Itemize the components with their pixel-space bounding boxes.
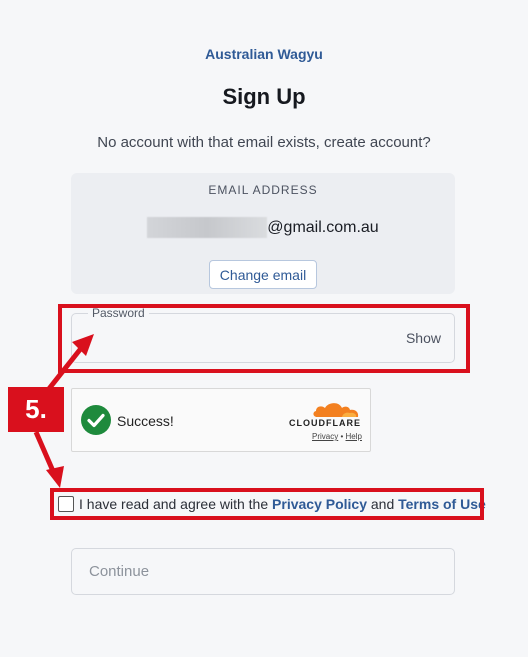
email-domain: @gmail.com.au	[267, 218, 379, 236]
cloudflare-turnstile-widget: Success! CLOUDFLARE Privacy • Help	[71, 388, 371, 452]
success-checkmark-icon	[81, 405, 111, 435]
page-subtitle: No account with that email exists, creat…	[97, 134, 431, 151]
cloudflare-wordmark: CLOUDFLARE	[289, 418, 361, 428]
password-highlight-box	[58, 304, 470, 373]
page-title: Sign Up	[222, 84, 306, 109]
email-address-value: @gmail.com.au	[71, 217, 455, 238]
captcha-status: Success!	[117, 413, 174, 429]
email-address-label: EMAIL ADDRESS	[208, 183, 318, 197]
arrow-to-checkbox	[33, 431, 59, 479]
agreement-highlight-box	[50, 488, 484, 520]
redacted-email-local-part	[147, 217, 268, 238]
cloudflare-links: Privacy • Help	[312, 432, 362, 441]
cloudflare-help-link[interactable]: Help	[346, 432, 362, 441]
email-card: EMAIL ADDRESS @gmail.com.au Change email	[71, 173, 455, 294]
cloudflare-privacy-link[interactable]: Privacy	[312, 432, 338, 441]
brand-name: Australian Wagyu	[205, 46, 323, 62]
step-number-badge: 5.	[8, 387, 64, 432]
cloudflare-cloud-icon	[313, 403, 359, 417]
arrow-head-down-icon	[46, 466, 64, 488]
continue-button[interactable]: Continue	[71, 548, 455, 595]
link-separator: •	[340, 432, 344, 441]
change-email-button[interactable]: Change email	[209, 260, 317, 289]
